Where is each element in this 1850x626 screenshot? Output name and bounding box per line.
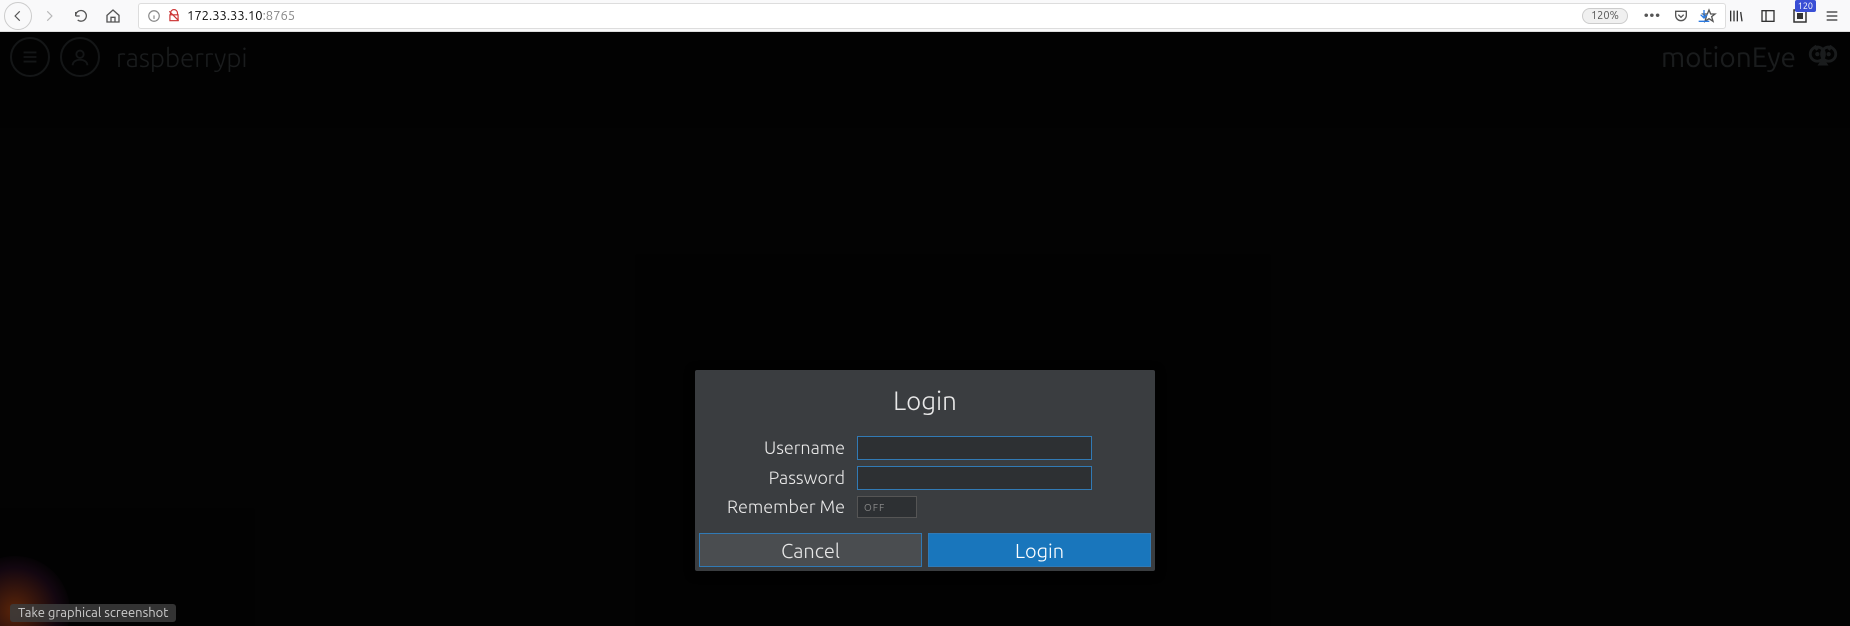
home-icon (105, 8, 121, 24)
sidebar-button[interactable] (1756, 4, 1780, 28)
browser-toolbar: 172.33.33.10:8765 120% ••• 120 (0, 0, 1850, 32)
screenshot-tooltip: Take graphical screenshot (10, 604, 176, 622)
download-icon (1696, 8, 1712, 24)
info-icon (147, 9, 161, 23)
login-dialog: Login Username Password Remember Me OFF … (695, 370, 1155, 571)
sidebar-icon (1760, 8, 1776, 24)
url-text: 172.33.33.10:8765 (187, 9, 295, 23)
dialog-title: Login (695, 380, 1155, 433)
remember-toggle[interactable]: OFF (857, 496, 917, 518)
forward-button[interactable] (34, 2, 64, 30)
username-input[interactable] (857, 436, 1092, 460)
password-input[interactable] (857, 466, 1092, 490)
home-button[interactable] (98, 2, 128, 30)
back-button[interactable] (4, 2, 32, 30)
password-label: Password (707, 468, 857, 488)
reload-icon (73, 8, 89, 24)
arrow-left-icon (11, 9, 25, 23)
addon-count-badge: 120 (1795, 0, 1816, 12)
remember-label: Remember Me (707, 497, 857, 517)
library-icon (1728, 8, 1744, 24)
cancel-button[interactable]: Cancel (699, 533, 922, 567)
url-bar[interactable]: 172.33.33.10:8765 120% ••• (138, 3, 1726, 29)
login-button[interactable]: Login (928, 533, 1151, 567)
addon-button[interactable]: 120 (1788, 4, 1812, 28)
username-label: Username (707, 438, 857, 458)
library-button[interactable] (1724, 4, 1748, 28)
arrow-right-icon (42, 9, 56, 23)
insecure-icon (167, 9, 181, 23)
page-content: raspberrypi motionEye Login Username Pas… (0, 32, 1850, 626)
app-menu-button[interactable] (1820, 4, 1844, 28)
reload-button[interactable] (66, 2, 96, 30)
downloads-button[interactable] (1692, 4, 1716, 28)
pocket-icon[interactable] (1673, 8, 1689, 24)
zoom-indicator[interactable]: 120% (1582, 8, 1628, 24)
page-actions-icon[interactable]: ••• (1644, 9, 1661, 23)
hamburger-icon (1824, 8, 1840, 24)
